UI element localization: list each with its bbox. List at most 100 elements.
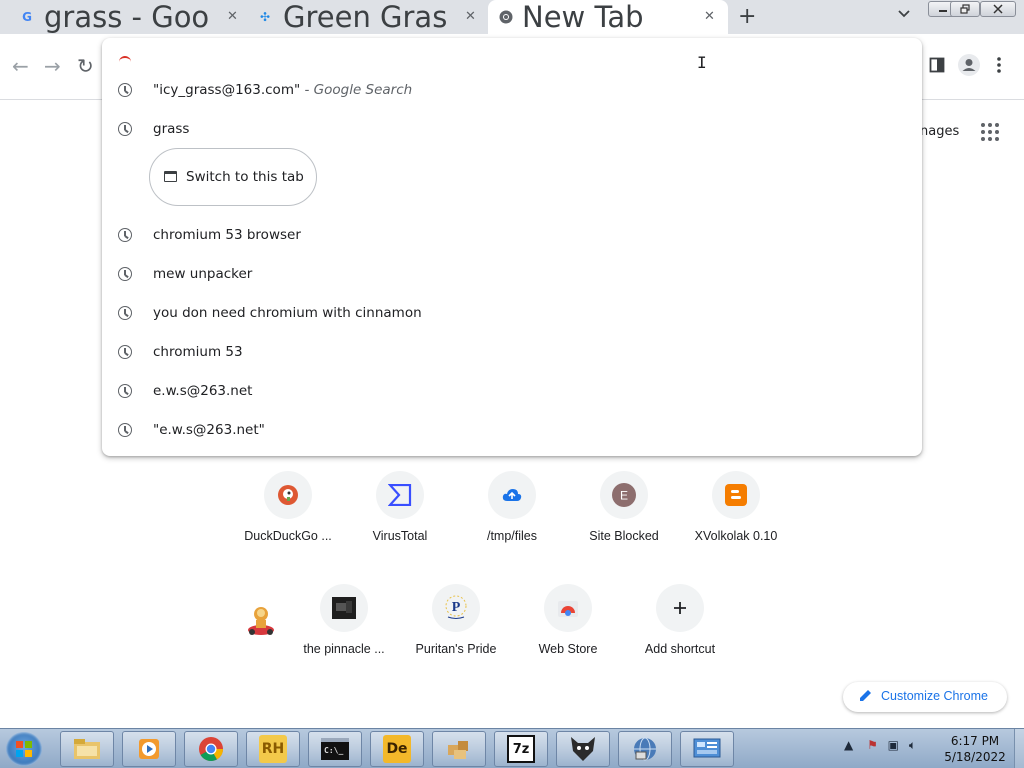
shortcut-the-pinnacle[interactable]: the pinnacle ... [288, 584, 400, 684]
switch-to-tab-button[interactable]: Switch to this tab [149, 148, 317, 206]
tab-title: grass - Goo [44, 0, 210, 34]
shortcut-label: /tmp/files [486, 529, 537, 543]
shortcut-label: VirusTotal [372, 529, 428, 543]
action-center-flag-icon[interactable]: ⚑ [867, 738, 878, 752]
svg-text:C:\_: C:\_ [324, 746, 343, 755]
shortcut-add[interactable]: Add shortcut [624, 584, 736, 684]
suggestion-suffix: - Google Search [300, 81, 413, 98]
chrome-icon [197, 735, 225, 763]
shortcut-duckduckgo[interactable]: DuckDuckGo ... [232, 471, 344, 571]
puritans-pride-icon: P [432, 584, 480, 632]
menu-kebab-icon[interactable] [996, 56, 1002, 79]
windows-taskbar: RH C:\_ De 7z ▲ ⚑ ▣ 🔈︎ 6:17 PM 5/18/2022 [0, 728, 1024, 768]
taskbar-control-panel[interactable] [680, 731, 734, 767]
dark-thumbnail-icon [320, 584, 368, 632]
package-icon [445, 735, 473, 763]
profile-avatar-icon[interactable] [958, 54, 980, 81]
pinwheel-icon: ✣ [259, 10, 271, 24]
history-clock-icon [118, 227, 132, 242]
shortcut-web-store[interactable]: Web Store [512, 584, 624, 684]
suggestion-text: you don need chromium with cinnamon [153, 304, 422, 321]
suggestion-item[interactable]: "e.w.s@263.net" [102, 410, 922, 449]
shortcut-tmp-files[interactable]: /tmp/files [456, 471, 568, 571]
omnibox-suggestions-dropdown: "icy_grass@163.com" - Google Search gras… [102, 38, 922, 456]
rh-icon: RH [259, 735, 287, 763]
reload-icon[interactable]: ↻ [77, 54, 94, 78]
tab-title: New Tab [522, 0, 644, 34]
shortcut-xvolkolak[interactable]: XVolkolak 0.10 [680, 471, 792, 571]
tab-title: Green Gras [283, 0, 448, 34]
suggestion-text: e.w.s@263.net [153, 382, 253, 399]
suggestion-text: mew unpacker [153, 265, 253, 282]
volume-icon[interactable]: 🔈︎ [909, 738, 916, 752]
taskbar-rh[interactable]: RH [246, 731, 300, 767]
suggestion-text: "e.w.s@263.net" [153, 421, 265, 438]
shortcut-label: Site Blocked [589, 529, 659, 543]
google-g-icon: G [22, 10, 32, 24]
taskbar-clock[interactable]: 6:17 PM 5/18/2022 [940, 733, 1010, 765]
tab-close-icon[interactable]: ✕ [704, 9, 715, 24]
suggestion-text: grass [153, 120, 190, 137]
close-window-button[interactable] [980, 1, 1016, 17]
history-clock-icon [118, 82, 132, 97]
google-apps-icon[interactable] [981, 123, 999, 141]
control-panel-icon [693, 735, 721, 763]
network-globe-icon [631, 735, 659, 763]
taskbar-package[interactable] [432, 731, 486, 767]
taskbar-de[interactable]: De [370, 731, 424, 767]
start-button[interactable] [6, 732, 42, 766]
chrome-web-store-icon [544, 584, 592, 632]
suggestion-item[interactable]: chromium 53 browser [102, 215, 922, 254]
history-clock-icon [118, 305, 132, 320]
tab-close-icon[interactable]: ✕ [465, 9, 476, 24]
shortcut-label: Puritan's Pride [415, 642, 497, 656]
chrome-icon [499, 10, 513, 24]
duckduckgo-icon [264, 471, 312, 519]
history-clock-icon [118, 422, 132, 437]
taskbar-7zip[interactable]: 7z [494, 731, 548, 767]
tab-new-tab[interactable]: New Tab ✕ [488, 0, 728, 34]
suggestion-item[interactable]: e.w.s@263.net [102, 371, 922, 410]
taskbar-cmd[interactable]: C:\_ [308, 731, 362, 767]
tab-close-icon[interactable]: ✕ [227, 9, 238, 24]
suggestion-text: chromium 53 browser [153, 226, 301, 243]
suggestion-text: chromium 53 [153, 343, 243, 360]
taskbar-media-player[interactable] [122, 731, 176, 767]
forward-arrow-icon[interactable]: → [44, 54, 61, 78]
back-arrow-icon[interactable]: ← [12, 54, 29, 78]
shortcut-virustotal[interactable]: VirusTotal [344, 471, 456, 571]
suggestion-item[interactable]: "icy_grass@163.com" - Google Search [102, 70, 922, 109]
suggestion-item[interactable]: grass [102, 109, 922, 148]
network-tray-icon[interactable]: ▣ [888, 738, 899, 752]
images-link[interactable]: nages [920, 124, 959, 139]
taskbar-chrome[interactable] [184, 731, 238, 767]
7zip-icon: 7z [507, 735, 535, 763]
system-tray: ▲ ⚑ ▣ 🔈︎ [844, 738, 916, 753]
windows-logo-icon [16, 741, 32, 757]
shortcut-site-blocked[interactable]: E Site Blocked [568, 471, 680, 571]
tab-search-chevron-icon[interactable] [898, 7, 910, 22]
customize-chrome-button[interactable]: Customize Chrome [843, 682, 1007, 712]
restore-button[interactable] [950, 1, 980, 17]
plus-icon [656, 584, 704, 632]
history-clock-icon [118, 121, 132, 136]
suggestion-item[interactable]: chromium 53 [102, 332, 922, 371]
taskbar-file-explorer[interactable] [60, 731, 114, 767]
tab-green-grass[interactable]: ✣ Green Gras ✕ [250, 0, 488, 34]
history-clock-icon [118, 383, 132, 398]
blogger-icon [712, 471, 760, 519]
shortcut-label: Add shortcut [644, 642, 716, 656]
suggestion-item[interactable]: mew unpacker [102, 254, 922, 293]
suggestion-item[interactable]: you don need chromium with cinnamon [102, 293, 922, 332]
tab-grass-google[interactable]: G grass - Goo ✕ [0, 0, 248, 34]
shortcut-puritans-pride[interactable]: P Puritan's Pride [400, 584, 512, 684]
new-tab-button[interactable]: + [738, 4, 756, 29]
race-car-mascot-icon [248, 607, 274, 635]
taskbar-network[interactable] [618, 731, 672, 767]
show-desktop-button[interactable] [1014, 729, 1024, 768]
history-clock-icon [118, 266, 132, 281]
shortcut-label: DuckDuckGo ... [244, 529, 332, 543]
taskbar-wolf[interactable] [556, 731, 610, 767]
tray-expand-icon[interactable]: ▲ [844, 738, 853, 752]
side-panel-icon[interactable] [929, 57, 945, 78]
